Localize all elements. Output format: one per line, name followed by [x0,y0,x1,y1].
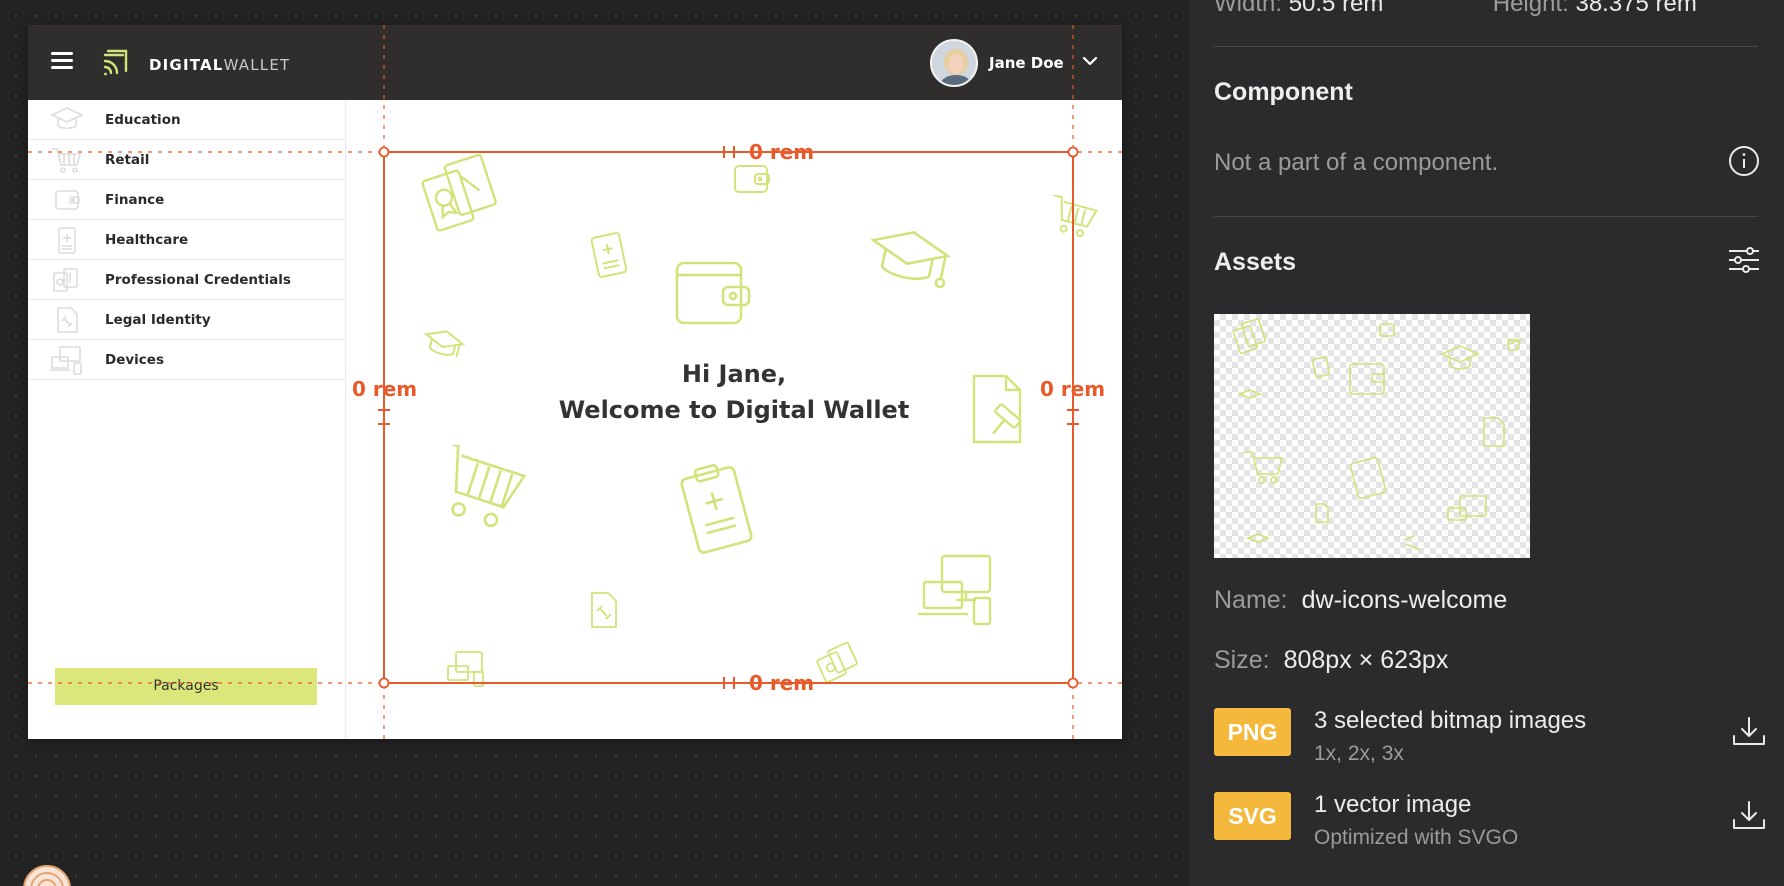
devices-icon [918,554,992,626]
certificate-icon [816,641,858,683]
sidebar-item-retail[interactable]: Retail [28,140,346,180]
asset-name-value: dw-icons-welcome [1301,586,1508,614]
devices-icon [446,651,484,687]
gavel-document-icon [57,307,78,333]
app-logo-text: DIGITALWALLET [149,56,291,74]
svg-format-title: 1 vector image [1314,791,1472,818]
gavel-document-icon [591,592,617,628]
welcome-greeting: Hi Jane, [681,360,787,388]
certificate-icon [421,153,497,232]
category-sidebar: Education Retail Finance Healthcare Prof… [28,100,346,739]
measure-bottom-label: 0 rem [749,671,815,695]
sidebar-item-label: Healthcare [105,232,189,248]
shopping-cart-icon [442,445,527,528]
asset-name-row: Name: dw-icons-welcome [1214,586,1508,614]
app-header: DIGITALWALLET Jane Doe [28,25,1122,100]
sidebar-item-label: Education [105,112,181,128]
packages-button[interactable]: Packages [55,668,317,705]
asset-thumbnail[interactable] [1214,314,1530,558]
shopping-cart-icon [1052,195,1098,238]
chevron-down-icon[interactable] [1082,55,1098,67]
asset-size-value: 808px × 623px [1283,646,1449,674]
graduation-cap-icon [870,231,951,289]
settings-sliders-icon[interactable] [1728,246,1760,274]
shopping-cart-icon [52,148,82,173]
welcome-message: Hi Jane, Welcome to Digital Wallet [346,356,1122,428]
measure-top-label: 0 rem [749,140,815,164]
assets-section-title: Assets [1214,248,1296,276]
divider [1214,216,1758,217]
svg-format-subtitle: Optimized with SVGO [1314,826,1519,849]
sidebar-item-label: Finance [105,192,165,208]
sidebar-item-legal-identity[interactable]: Legal Identity [28,300,346,340]
hamburger-menu-icon[interactable] [51,52,73,70]
component-status-text: Not a part of a component. [1214,149,1499,176]
clipboard-medical-icon [58,227,76,254]
sidebar-item-label: Retail [105,152,150,168]
sidebar-item-education[interactable]: Education [28,100,346,140]
sidebar-item-label: Professional Credentials [105,272,291,288]
dimensions-readout: Width: 50.5 rem Height: 38.375 rem [1214,0,1697,17]
measure-right-label: 0 rem [1040,377,1106,401]
wallet-icon [55,190,80,210]
measure-left-label: 0 rem [352,377,418,401]
download-icon[interactable] [1732,716,1766,746]
sidebar-item-label: Devices [105,352,164,368]
png-format-badge[interactable]: PNG [1214,708,1291,756]
welcome-content: Hi Jane, Welcome to Digital Wallet [346,100,1122,739]
png-format-title: 3 selected bitmap images [1314,707,1587,734]
graduation-cap-icon [50,107,84,130]
devices-icon [50,346,82,375]
inspector-panel: Width: 50.5 rem Height: 38.375 rem Compo… [1190,0,1784,886]
avatar[interactable] [930,39,978,87]
svg-format-badge[interactable]: SVG [1214,792,1291,840]
sidebar-item-professional-credentials[interactable]: Professional Credentials [28,260,346,300]
clipboard-medical-icon [680,463,753,554]
asset-size-row: Size: 808px × 623px [1214,646,1449,674]
sidebar-item-label: Legal Identity [105,312,211,328]
download-icon[interactable] [1732,800,1766,830]
sidebar-item-healthcare[interactable]: Healthcare [28,220,346,260]
artboard[interactable]: DIGITALWALLET Jane Doe Education Retail … [28,25,1122,739]
concentric-rings-icon[interactable] [22,864,72,886]
user-name[interactable]: Jane Doe [989,54,1064,72]
sidebar-item-devices[interactable]: Devices [28,340,346,380]
divider [1214,46,1758,47]
component-section-title: Component [1214,78,1353,106]
certificate-icon [53,268,78,292]
welcome-title: Welcome to Digital Wallet [558,396,910,424]
wallet-icon [675,261,751,325]
clipboard-medical-icon [590,232,628,278]
info-icon[interactable] [1728,145,1760,177]
sidebar-item-finance[interactable]: Finance [28,180,346,220]
wallet-logo-icon [103,49,128,76]
png-format-subtitle: 1x, 2x, 3x [1314,742,1404,765]
wallet-icon [734,165,770,193]
